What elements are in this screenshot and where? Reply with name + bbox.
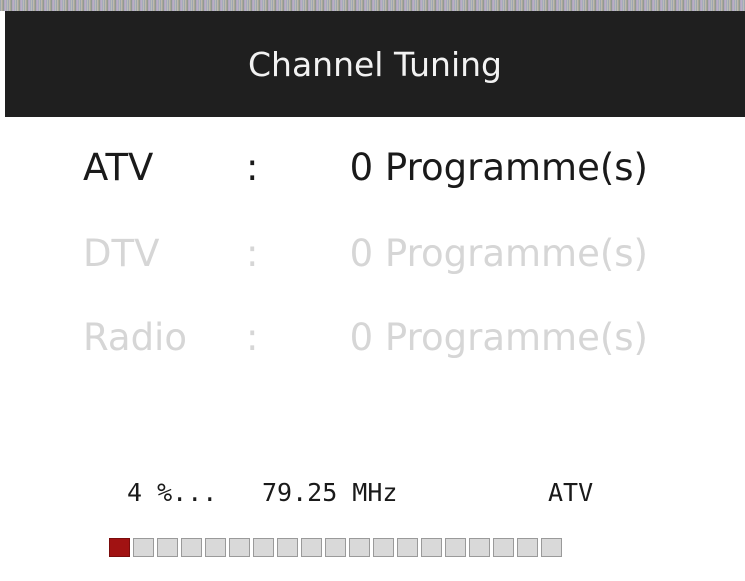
progress-segment-empty [493,538,514,557]
progress-segment-empty [445,538,466,557]
progress-segment-empty [541,538,562,557]
progress-segment-filled [109,538,130,557]
row-radio-label: Radio [83,316,187,359]
scan-frequency: 79.25 MHz [262,478,398,507]
row-atv: ATV : 0 Programme(s) [0,146,745,206]
progress-segment-empty [349,538,370,557]
progress-segment-empty [373,538,394,557]
progress-segment-empty [229,538,250,557]
channel-tuning-screen: Channel Tuning ATV : 0 Programme(s) DTV … [0,0,745,581]
scan-status: 4 %... 79.25 MHz ATV [0,478,745,514]
signal-noise-strip [0,0,745,11]
header-bar: Channel Tuning [5,11,745,117]
progress-segment-empty [325,538,346,557]
row-dtv-label: DTV [83,232,160,275]
row-dtv-separator: : [246,232,259,275]
scan-mode: ATV [548,478,594,507]
progress-segment-empty [133,538,154,557]
progress-segment-empty [205,538,226,557]
scan-progress-bar [109,538,562,558]
row-radio: Radio : 0 Programme(s) [0,316,745,376]
row-dtv-count: 0 Programme(s) [349,232,648,275]
progress-segment-empty [277,538,298,557]
row-dtv: DTV : 0 Programme(s) [0,232,745,292]
progress-segment-empty [157,538,178,557]
row-radio-separator: : [246,316,259,359]
progress-segment-empty [421,538,442,557]
progress-segment-empty [181,538,202,557]
row-atv-label: ATV [83,146,154,189]
progress-segment-empty [397,538,418,557]
scan-percent: 4 %... [127,478,218,507]
row-atv-count: 0 Programme(s) [349,146,648,189]
page-title: Channel Tuning [248,44,502,84]
row-atv-separator: : [246,146,259,189]
progress-segment-empty [253,538,274,557]
progress-segment-empty [517,538,538,557]
row-radio-count: 0 Programme(s) [349,316,648,359]
progress-segment-empty [469,538,490,557]
progress-segment-empty [301,538,322,557]
